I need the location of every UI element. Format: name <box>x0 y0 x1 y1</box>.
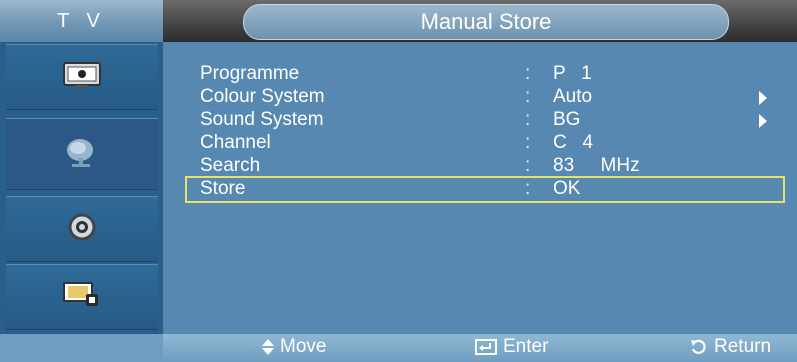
return-icon <box>690 338 708 356</box>
row-label: Channel <box>200 132 271 153</box>
chevron-right-icon[interactable] <box>759 114 767 128</box>
sidebar <box>0 42 163 334</box>
sidebar-item-input[interactable] <box>6 264 158 330</box>
footer-left-panel <box>0 334 163 362</box>
row-label: Search <box>200 155 261 176</box>
row-value: OK <box>553 178 581 199</box>
menu-panel: Programme : P 1 Colour System : Auto Sou… <box>163 42 797 334</box>
row-separator: : <box>525 155 531 176</box>
row-label: Colour System <box>200 86 325 107</box>
input-source-icon <box>62 280 102 315</box>
return-hint: Return <box>690 336 771 358</box>
enter-icon <box>475 339 497 355</box>
row-separator: : <box>525 178 531 199</box>
row-separator: : <box>525 63 531 84</box>
row-label: Store <box>200 178 246 199</box>
sidebar-item-tv[interactable] <box>6 44 158 110</box>
selection-highlight <box>185 176 785 203</box>
move-arrows-icon <box>262 339 274 355</box>
satellite-dish-icon <box>62 134 102 175</box>
menu-row-sound-system[interactable]: Sound System : BG <box>185 109 785 132</box>
menu-row-search[interactable]: Search : 83 MHz <box>185 155 785 178</box>
row-label: Sound System <box>200 109 324 130</box>
chevron-right-icon[interactable] <box>759 91 767 105</box>
enter-hint: Enter <box>475 336 548 358</box>
row-value: 83 MHz <box>553 155 640 176</box>
move-hint: Move <box>262 336 326 358</box>
menu-row-store[interactable]: Store : OK <box>185 176 785 203</box>
row-separator: : <box>525 132 531 153</box>
move-label: Move <box>280 336 327 357</box>
tv-icon <box>62 59 102 96</box>
menu-row-programme[interactable]: Programme : P 1 <box>185 63 785 86</box>
row-separator: : <box>525 109 531 130</box>
osd-menu: T V Manual Store Programme: P 1 Colour … <box>0 0 797 362</box>
sidebar-item-setup[interactable] <box>6 196 158 262</box>
row-label: Programme <box>200 63 300 84</box>
page-title: Manual Store <box>243 4 729 40</box>
footer-hints: Move Enter Return <box>0 334 797 362</box>
section-label: T V <box>0 0 163 42</box>
title-bar: Manual Store <box>163 0 797 42</box>
sidebar-item-channel[interactable] <box>6 118 158 190</box>
row-value: C 4 <box>553 132 594 153</box>
menu-row-colour-system[interactable]: Colour System : Auto <box>185 86 785 109</box>
row-value: P 1 <box>553 63 592 84</box>
enter-label: Enter <box>503 336 549 357</box>
row-separator: : <box>525 86 531 107</box>
row-value: BG <box>553 109 581 130</box>
row-value: Auto <box>553 86 593 107</box>
gear-icon <box>65 210 99 249</box>
return-label: Return <box>714 336 772 357</box>
menu-row-channel[interactable]: Channel : C 4 <box>185 132 785 155</box>
